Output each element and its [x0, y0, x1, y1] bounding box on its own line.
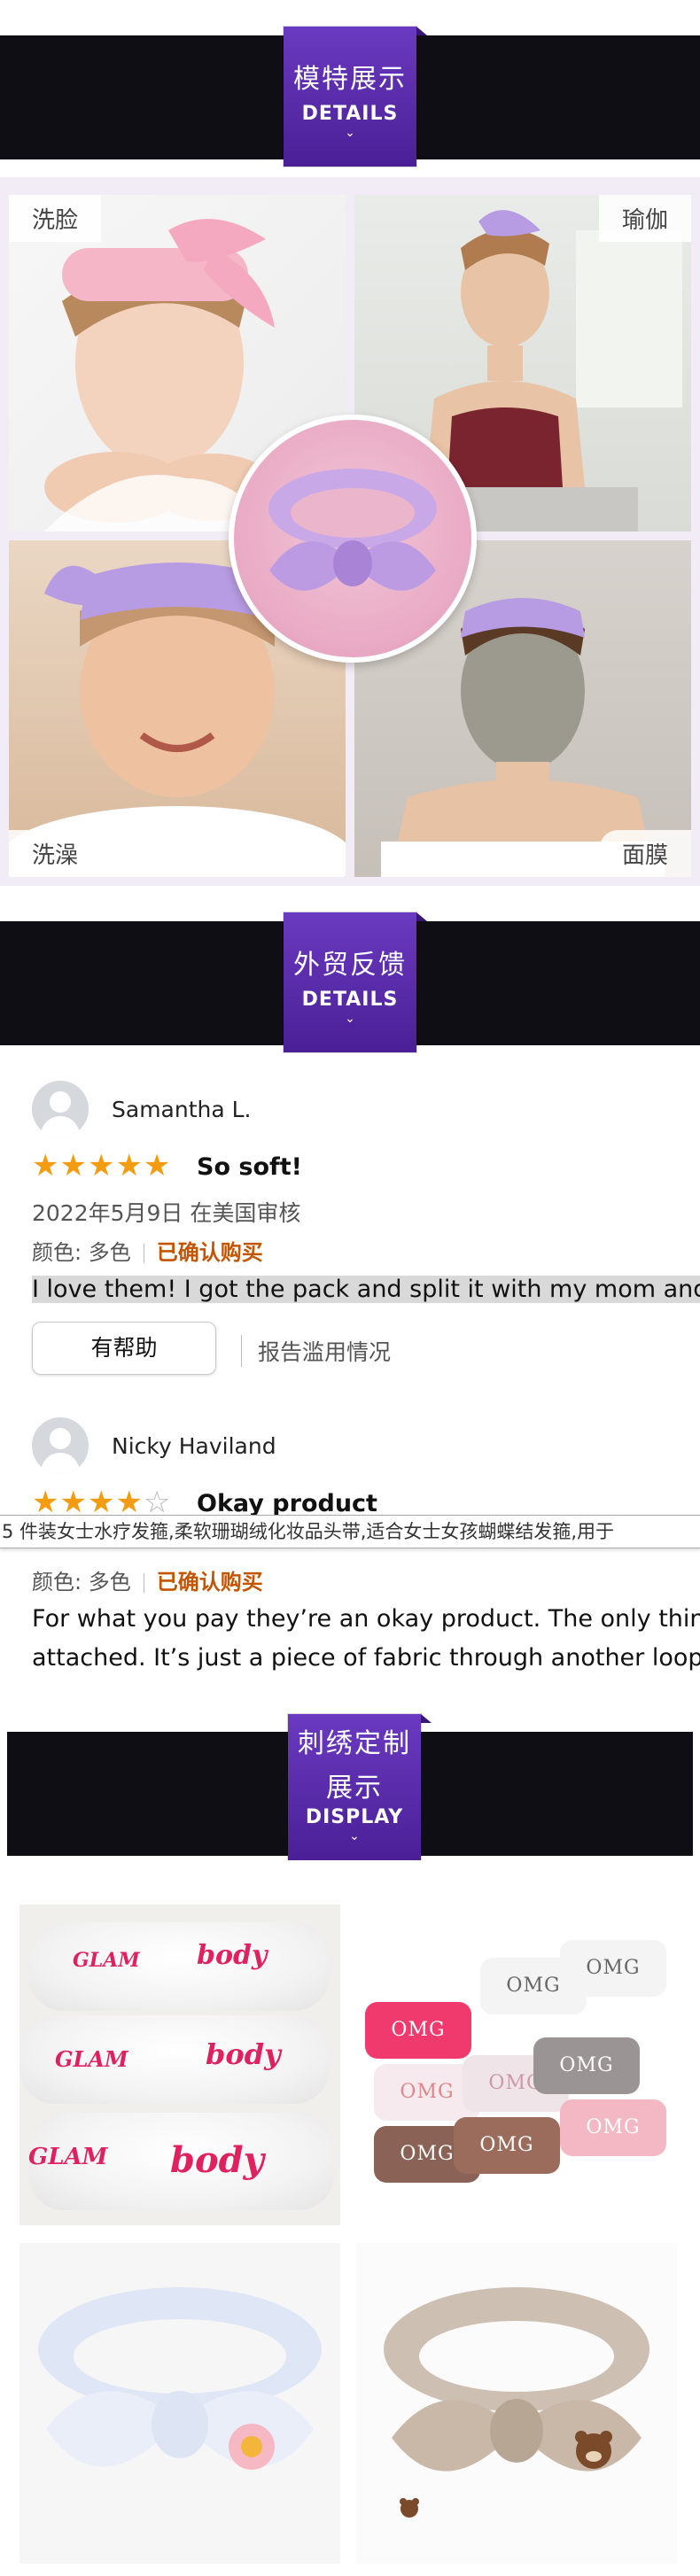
review-meta: 颜色: 多色 已确认购买: [32, 1235, 263, 1266]
bear-headband-illustration: [384, 2287, 649, 2518]
gallery-image-bear: [356, 2243, 677, 2564]
banner-tag: 外贸反馈 DETAILS ⌄: [284, 912, 427, 1052]
gallery-image-omg-set: OMG OMG OMG OMG OMG OMG OMG OMG OMG: [356, 1905, 677, 2225]
label-wash-face: 洗脸: [9, 195, 102, 242]
chevron-down-icon: ⌄: [349, 1829, 360, 1843]
embroidery-omg: OMG: [560, 2099, 666, 2156]
reviewer-name[interactable]: Nicky Haviland: [112, 1433, 276, 1459]
reviewer-name[interactable]: Samantha L.: [112, 1097, 252, 1122]
chevron-down-icon: ⌄: [345, 126, 355, 140]
model-collage: 洗脸 瑜伽 洗澡 面膜: [0, 177, 700, 886]
label-bath: 洗澡: [9, 830, 102, 877]
review-body-line1: For what you pay they’re an okay product…: [32, 1605, 700, 1633]
banner-tag: 模特展示 DETAILS ⌄: [284, 27, 427, 167]
stars-filled-icon: ★★★★★: [32, 1148, 172, 1183]
embroidery-body: body: [170, 2139, 264, 2181]
custom-embroidery-gallery: GLAM body GLAM body GLAM body OMG OMG OM…: [0, 1860, 700, 2576]
embroidery-glam: GLAM: [28, 2144, 108, 2170]
headband-closeup: [229, 415, 477, 663]
chevron-down-icon: ⌄: [345, 1012, 355, 1026]
banner-title-cn: 模特展示: [293, 64, 407, 95]
embroidery-omg: OMG: [560, 1940, 666, 1997]
verified-purchase-badge: 已确认购买: [156, 1570, 263, 1594]
daisy-headband-illustration: [38, 2287, 322, 2470]
review-meta: 颜色: 多色 已确认购买: [32, 1564, 263, 1595]
helpful-button[interactable]: 有帮助: [32, 1322, 216, 1375]
banner-title-cn-line2: 展示: [326, 1773, 383, 1804]
label-face-mask: 面膜: [598, 830, 691, 877]
gallery-image-glam-body: GLAM body GLAM body GLAM body: [19, 1905, 340, 2225]
review-body-line2: attached. It’s just a piece of fabric th…: [32, 1644, 700, 1672]
banner-title-cn: 外贸反馈: [293, 950, 407, 981]
verified-purchase-badge: 已确认购买: [156, 1240, 263, 1265]
embroidery-body: body: [197, 1940, 268, 1971]
banner-title-en: DISPLAY: [305, 1806, 404, 1828]
review-color: 颜色: 多色: [32, 1570, 131, 1594]
review-body: I love them! I got the pack and split it…: [0, 1270, 700, 1309]
banner-title-en: DETAILS: [301, 103, 399, 125]
bear-face-icon: [400, 2498, 419, 2518]
review-item: Samantha L. ★★★★★ So soft! 2022年5月9日 在美国…: [32, 1081, 700, 1375]
product-title-strip: 5 件装女士水疗发箍,柔软珊瑚绒化妆品头带,适合女士女孩蝴蝶结发箍,用于: [0, 1515, 700, 1548]
embroidery-omg: OMG: [533, 2037, 640, 2094]
label-yoga: 瑜伽: [598, 195, 691, 242]
star-rating: ★★★★★: [32, 1150, 171, 1182]
bear-face-icon: [575, 2431, 612, 2469]
star-rating: ★★★★☆: [32, 1486, 171, 1518]
embroidery-body: body: [206, 2037, 281, 2071]
report-abuse-link[interactable]: 报告滥用情况: [241, 1335, 391, 1367]
reviews-list: Samantha L. ★★★★★ So soft! 2022年5月9日 在美国…: [0, 1063, 700, 1674]
section-banner-custom: 刺绣定制 展示 DISPLAY ⌄: [0, 1714, 700, 1869]
banner-title-cn-line1: 刺绣定制: [298, 1728, 411, 1759]
headband-bow-illustration: [268, 469, 437, 591]
review-title[interactable]: Okay product: [197, 1490, 377, 1517]
embroidery-glam: GLAM: [73, 1949, 140, 1972]
avatar: [32, 1081, 89, 1137]
banner-title-en: DETAILS: [301, 989, 399, 1011]
review-color: 颜色: 多色: [32, 1240, 131, 1265]
daisy-icon: [229, 2424, 275, 2470]
gallery-image-daisy: [19, 2243, 340, 2564]
embroidery-omg: OMG: [365, 2002, 471, 2059]
review-body-text: I love them! I got the pack and split it…: [32, 1276, 700, 1303]
embroidery-omg: OMG: [454, 2117, 560, 2174]
embroidery-glam: GLAM: [55, 2046, 128, 2072]
review-title[interactable]: So soft!: [197, 1153, 302, 1181]
section-banner-models: 模特展示 DETAILS ⌄: [0, 27, 700, 167]
section-banner-feedback: 外贸反馈 DETAILS ⌄: [0, 912, 700, 1052]
review-date: 2022年5月9日 在美国审核: [32, 1200, 301, 1226]
avatar: [32, 1417, 89, 1474]
banner-tag: 刺绣定制 展示 DISPLAY ⌄: [288, 1714, 432, 1860]
